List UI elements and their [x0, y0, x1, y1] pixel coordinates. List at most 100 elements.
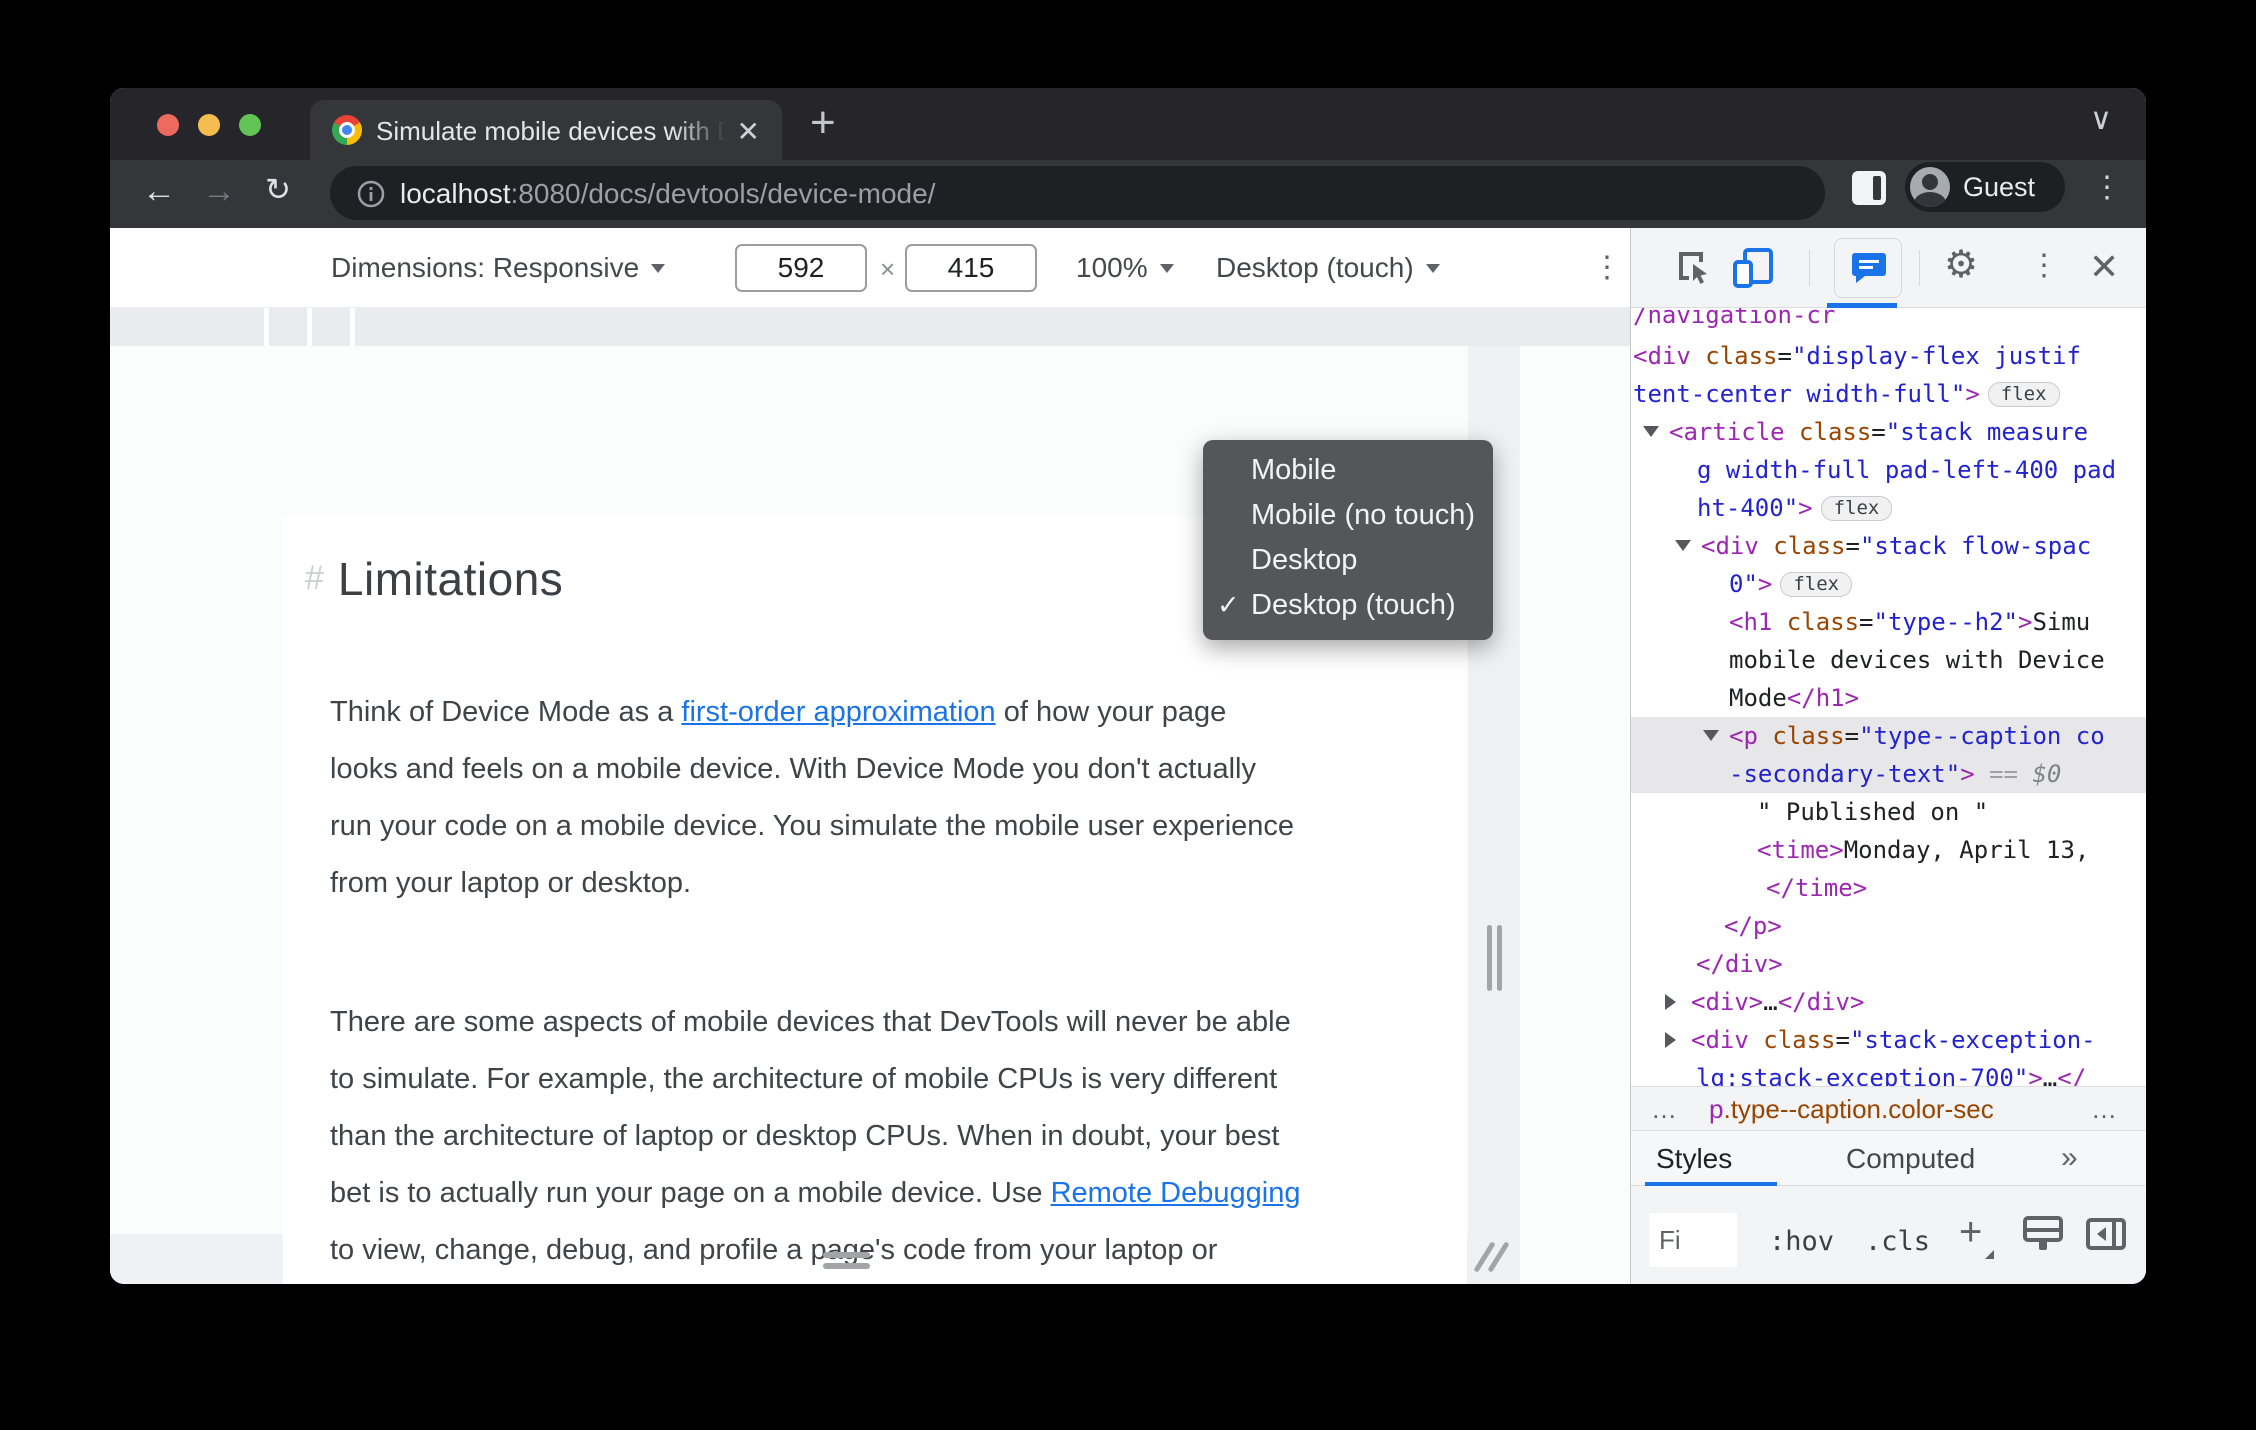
- close-window-button[interactable]: [157, 114, 179, 136]
- collapse-arrow-icon[interactable]: [1703, 730, 1719, 741]
- corner-triangle-icon: [1985, 1250, 1994, 1259]
- devtools-toolbar: ⚙ ⋮ ✕: [1631, 228, 2146, 308]
- toggle-sidebar-icon[interactable]: [2086, 1218, 2126, 1255]
- code-segment: >: [1965, 380, 1980, 408]
- settings-gear-icon[interactable]: ⚙: [1944, 242, 1978, 287]
- flex-badge[interactable]: flex: [1820, 496, 1893, 521]
- code-line[interactable]: <div class="display-flex justif: [1631, 337, 2146, 375]
- code-line[interactable]: ht-400"> flex: [1631, 489, 2146, 527]
- height-input[interactable]: [905, 244, 1037, 292]
- browser-tab[interactable]: Simulate mobile devices with D ✕: [310, 100, 782, 160]
- menu-item-desktop-touch-[interactable]: ✓ Desktop (touch): [1203, 583, 1493, 628]
- tab-computed[interactable]: Computed: [1846, 1143, 1975, 1175]
- code-segment: >: [1798, 494, 1813, 522]
- paragraph: There are some aspects of mobile devices…: [330, 1006, 1301, 1266]
- toggle-class-button[interactable]: .cls: [1865, 1226, 1930, 1257]
- code-line[interactable]: <div>…</div>: [1631, 983, 2146, 1021]
- browser-menu-icon[interactable]: ⋮: [2092, 170, 2122, 205]
- code-line[interactable]: <article class="stack measure: [1631, 413, 2146, 451]
- back-button[interactable]: ←: [142, 172, 176, 211]
- heading-anchor-link[interactable]: #: [305, 559, 324, 597]
- viewport-resize-handle-bottom[interactable]: [823, 1252, 870, 1274]
- breadcrumb-overflow-right[interactable]: …: [2091, 1087, 2117, 1131]
- forward-button[interactable]: →: [202, 172, 236, 211]
- code-line[interactable]: </div>: [1631, 945, 2146, 983]
- paragraph: Think of Device Mode as a first-order ap…: [330, 696, 1295, 899]
- code-segment: Simu: [2032, 608, 2091, 636]
- menu-item-desktop[interactable]: Desktop: [1203, 538, 1493, 583]
- breadcrumb-item[interactable]: p.type--caption.color-sec: [1709, 1087, 1994, 1131]
- code-line[interactable]: <p class="type--caption co: [1631, 717, 2146, 755]
- more-tabs-icon[interactable]: »: [2061, 1141, 2078, 1175]
- device-type-select[interactable]: Desktop (touch): [1216, 252, 1440, 284]
- code-line[interactable]: <h1 class="type--h2">Simu: [1631, 603, 2146, 641]
- dimensions-select[interactable]: Dimensions: Responsive: [331, 252, 666, 284]
- fullscreen-window-button[interactable]: [239, 114, 261, 136]
- new-style-rule-button[interactable]: +: [1959, 1210, 1994, 1259]
- inspect-element-icon[interactable]: [1673, 246, 1713, 291]
- media-query-bar[interactable]: [110, 308, 1630, 346]
- code-line[interactable]: g width-full pad-left-400 pad: [1631, 451, 2146, 489]
- messages-tab-button[interactable]: [1834, 238, 1902, 298]
- viewport-resize-handle-corner[interactable]: [1472, 1238, 1512, 1278]
- devtools-menu-icon[interactable]: ⋮: [2029, 248, 2059, 283]
- code-segment: "stack-exception-: [1849, 1026, 2096, 1054]
- new-tab-button[interactable]: +: [810, 98, 836, 148]
- menu-item-mobile[interactable]: Mobile: [1203, 448, 1493, 493]
- code-line[interactable]: " Published on ": [1631, 793, 2146, 831]
- tab-styles[interactable]: Styles: [1656, 1143, 1732, 1175]
- code-segment: <div>: [1691, 988, 1764, 1016]
- devtools-close-icon[interactable]: ✕: [2089, 246, 2119, 288]
- zoom-select[interactable]: 100%: [1076, 252, 1174, 284]
- code-line[interactable]: 0"> flex: [1631, 565, 2146, 603]
- side-panel-icon[interactable]: [1852, 171, 1886, 205]
- expand-arrow-icon[interactable]: [1665, 1032, 1676, 1048]
- device-toolbar-menu-icon[interactable]: ⋮: [1592, 250, 1622, 285]
- code-line[interactable]: <div class="stack flow-spac: [1631, 527, 2146, 565]
- code-segment: $0: [2032, 760, 2062, 788]
- flex-badge[interactable]: flex: [1780, 572, 1853, 597]
- code-segment: </: [2057, 1064, 2087, 1086]
- rendering-panel-icon[interactable]: [2023, 1216, 2063, 1257]
- breadcrumb-overflow-left[interactable]: …: [1651, 1087, 1677, 1131]
- reload-button[interactable]: ↻: [265, 172, 291, 208]
- code-line[interactable]: /navigation-cr: [1631, 308, 2146, 334]
- code-line[interactable]: <div class="stack-exception-: [1631, 1021, 2146, 1059]
- code-segment: ==: [1974, 760, 2033, 788]
- collapse-arrow-icon[interactable]: [1675, 540, 1691, 551]
- code-segment: <div: [1691, 1026, 1764, 1054]
- flex-badge[interactable]: flex: [1987, 382, 2060, 407]
- code-line[interactable]: </p>: [1631, 907, 2146, 945]
- style-filter-input[interactable]: [1649, 1213, 1737, 1267]
- tab-chevron-icon[interactable]: ∨: [2090, 102, 2112, 137]
- expand-arrow-icon[interactable]: [1665, 994, 1676, 1010]
- text-link[interactable]: first-order approximation: [681, 696, 995, 728]
- tab-strip: Simulate mobile devices with D ✕ + ∨: [110, 88, 2146, 160]
- device-toolbar-toggle-icon[interactable]: [1731, 246, 1775, 295]
- url-omnibox[interactable]: localhost:8080/docs/devtools/device-mode…: [330, 166, 1825, 220]
- profile-button[interactable]: Guest: [1905, 162, 2065, 212]
- code-segment: <div: [1701, 532, 1774, 560]
- code-line[interactable]: </time>: [1631, 869, 2146, 907]
- text-link[interactable]: Remote Debugging: [1051, 1177, 1301, 1209]
- code-segment: =: [1845, 532, 1860, 560]
- code-line[interactable]: <time>Monday, April 13,: [1631, 831, 2146, 869]
- code-segment: ht-400": [1697, 494, 1799, 522]
- collapse-arrow-icon[interactable]: [1643, 426, 1659, 437]
- code-line[interactable]: -secondary-text"> == $0: [1631, 755, 2146, 793]
- site-info-icon[interactable]: [356, 179, 386, 214]
- menu-item-mobile-no-touch-[interactable]: Mobile (no touch): [1203, 493, 1493, 538]
- code-segment: …: [2042, 1064, 2058, 1086]
- chrome-favicon-icon: [332, 115, 362, 145]
- code-segment: class: [1772, 722, 1845, 750]
- code-line[interactable]: mobile devices with Device: [1631, 641, 2146, 679]
- toggle-hover-state-button[interactable]: :hov: [1769, 1226, 1834, 1257]
- code-line[interactable]: lg:stack-exception-700">…</: [1631, 1059, 2146, 1086]
- code-line[interactable]: Mode</h1>: [1631, 679, 2146, 717]
- minimize-window-button[interactable]: [198, 114, 220, 136]
- page-title: Limitations: [337, 553, 564, 605]
- tab-close-icon[interactable]: ✕: [737, 115, 760, 148]
- width-input[interactable]: [735, 244, 867, 292]
- viewport-resize-handle-right[interactable]: [1487, 925, 1507, 996]
- code-line[interactable]: tent-center width-full"> flex: [1631, 375, 2146, 413]
